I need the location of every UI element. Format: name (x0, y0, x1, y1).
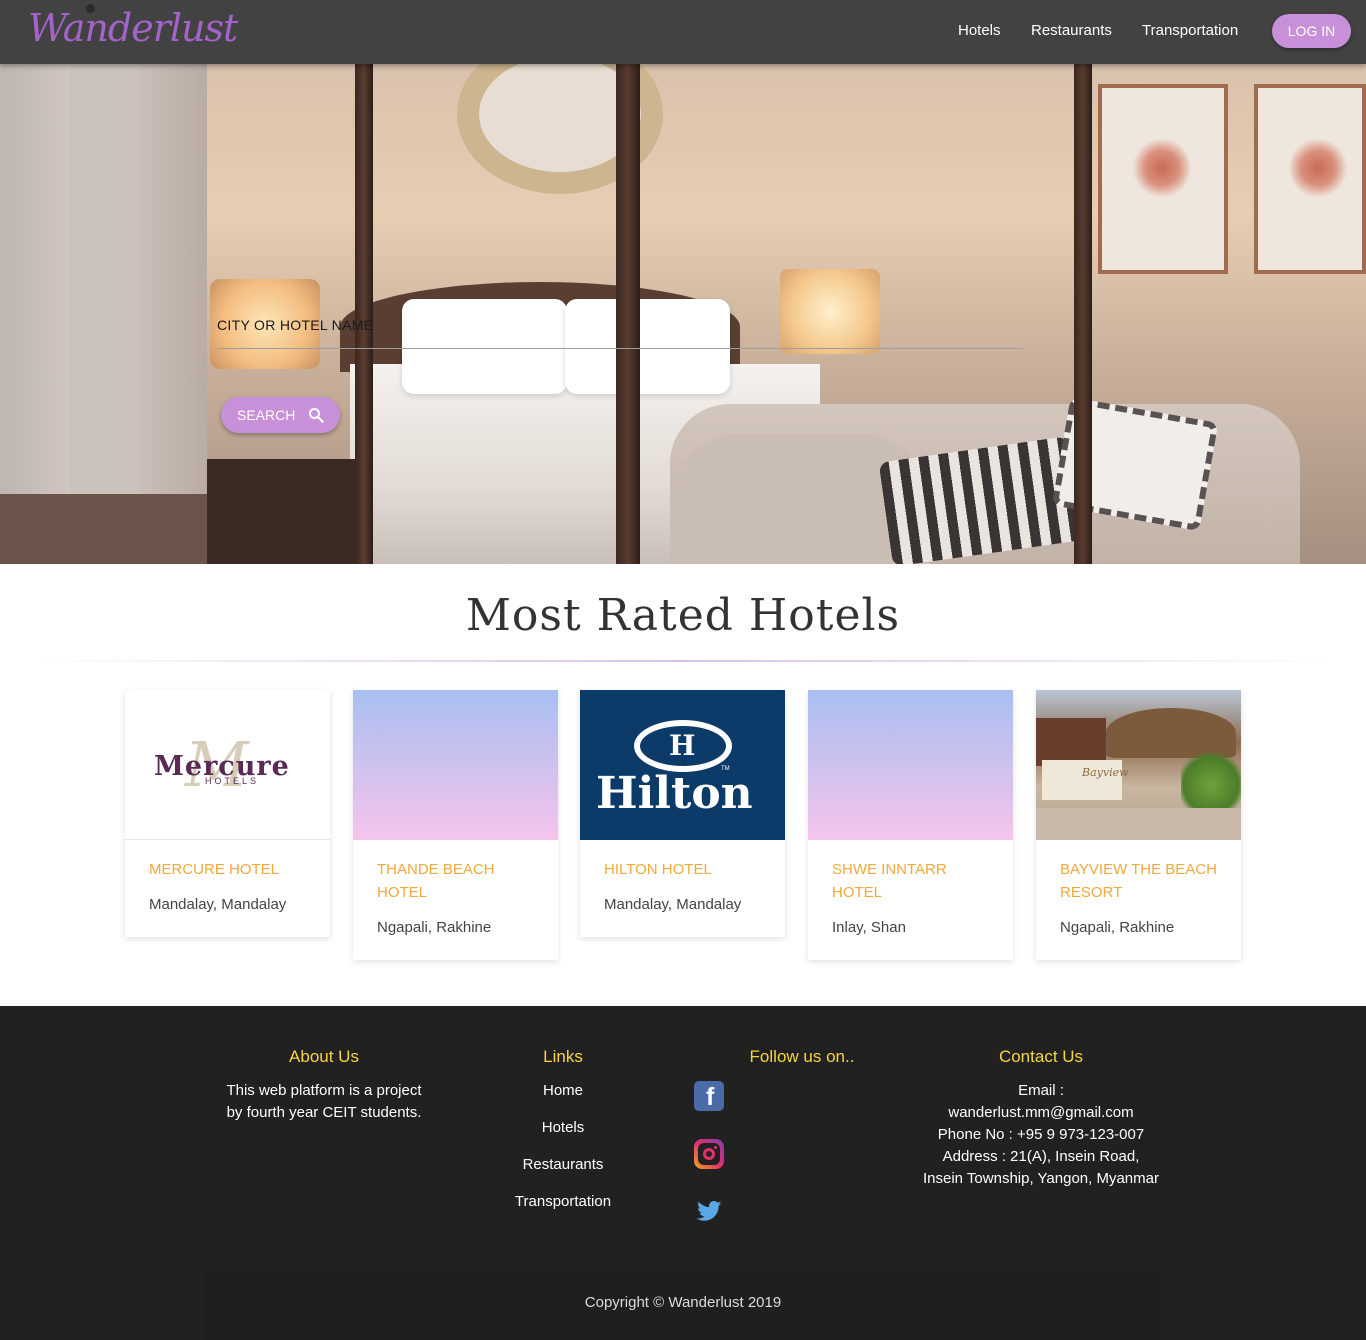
footer-link-restaurants[interactable]: Restaurants (493, 1156, 633, 1173)
footer-about-text: This web platform is a project by fourth… (226, 1082, 422, 1121)
logo[interactable]: Wanderlust (28, 6, 238, 50)
contact-phone: Phone No : +95 9 973-123-007 (937, 1126, 1145, 1143)
hilton-logo: Hilton (596, 768, 753, 819)
hotel-card-thande[interactable]: THANDE BEACH HOTEL Ngapali, Rakhine (353, 690, 558, 960)
hotel-image (808, 690, 1013, 840)
hotel-location: Inlay, Shan (832, 919, 906, 936)
contact-address: Address : 21(A), Insein Road, Insein Tow… (923, 1148, 1159, 1187)
search-button[interactable]: SEARCH (221, 397, 340, 433)
footer-follow-heading: Follow us on.. (749, 1047, 855, 1066)
search-button-label: SEARCH (237, 407, 296, 423)
hero-bg-nightstand (207, 459, 357, 564)
hotel-name[interactable]: SHWE INNTARR HOTEL (832, 858, 989, 904)
nav-link-transportation[interactable]: Transportation (1142, 22, 1238, 39)
hero-banner: CITY OR HOTEL NAME SEARCH (0, 64, 1366, 564)
footer-about-heading: About Us (289, 1047, 359, 1066)
hotel-image: H Hilton TM (580, 690, 785, 840)
contact-email[interactable]: wanderlust.mm@gmail.com (921, 1102, 1161, 1124)
hotel-location: Ngapali, Rakhine (1060, 919, 1175, 936)
nav-link-restaurants[interactable]: Restaurants (1031, 22, 1112, 39)
hotel-card-bayview[interactable]: Bayview BAYVIEW THE BEACH RESORT Ngapali… (1036, 690, 1241, 960)
copyright: Copyright © Wanderlust 2019 (584, 1294, 782, 1311)
hotel-location: Ngapali, Rakhine (377, 919, 492, 936)
hotel-card-shwe-inntarr[interactable]: SHWE INNTARR HOTEL Inlay, Shan (808, 690, 1013, 960)
twitter-icon[interactable] (694, 1196, 724, 1226)
hotel-image: M Mercure HOTELS (125, 690, 330, 840)
footer-link-transportation[interactable]: Transportation (493, 1193, 633, 1210)
search-icon (309, 408, 324, 423)
footer-contact-heading: Contact Us (998, 1047, 1084, 1066)
instagram-icon[interactable] (694, 1139, 724, 1169)
hero-bg-frame (1098, 84, 1228, 274)
bayview-photo-sign: Bayview (1082, 766, 1129, 779)
hotel-image (353, 690, 558, 840)
section-divider (25, 660, 1341, 662)
hotel-name[interactable]: THANDE BEACH HOTEL (377, 858, 534, 904)
hotel-location: Mandalay, Mandalay (149, 896, 287, 913)
contact-email-label: Email : (1018, 1082, 1064, 1099)
hero-bg-pillar (70, 64, 140, 564)
footer-contact-block: Email : wanderlust.mm@gmail.com Phone No… (921, 1080, 1161, 1190)
hilton-logo-mark: H (669, 729, 696, 762)
hotel-card-hilton[interactable]: H Hilton TM HILTON HOTEL Mandalay, Manda… (580, 690, 785, 937)
hilton-logo-tm: TM (721, 766, 730, 772)
search-input[interactable] (217, 309, 1023, 349)
hotel-image: Bayview (1036, 690, 1241, 840)
facebook-icon[interactable]: f (694, 1081, 724, 1111)
hero-bg-frame (1254, 84, 1366, 274)
hotel-name[interactable]: HILTON HOTEL (604, 858, 761, 881)
login-button[interactable]: LOG IN (1272, 14, 1351, 48)
bayview-photo-ground (1036, 808, 1241, 840)
hero-bg-bedpost (1074, 64, 1092, 564)
logo-dot-icon (86, 4, 95, 13)
mercure-logo-sub: HOTELS (205, 776, 260, 786)
hotel-location: Mandalay, Mandalay (604, 896, 742, 913)
footer-link-home[interactable]: Home (493, 1082, 633, 1099)
bayview-photo-roof (1036, 718, 1106, 766)
footer-link-hotels[interactable]: Hotels (493, 1119, 633, 1136)
hotel-name[interactable]: MERCURE HOTEL (149, 858, 306, 881)
hotel-card-mercure[interactable]: M Mercure HOTELS MERCURE HOTEL Mandalay,… (125, 690, 330, 937)
hero-bg-shelf (0, 494, 207, 564)
navbar: Wanderlust Hotels Restaurants Transporta… (0, 0, 1366, 64)
footer-links-heading: Links (543, 1047, 583, 1066)
nav-link-hotels[interactable]: Hotels (958, 22, 1001, 39)
hotel-name[interactable]: BAYVIEW THE BEACH RESORT (1060, 858, 1217, 904)
section-title: Most Rated Hotels (465, 590, 901, 641)
